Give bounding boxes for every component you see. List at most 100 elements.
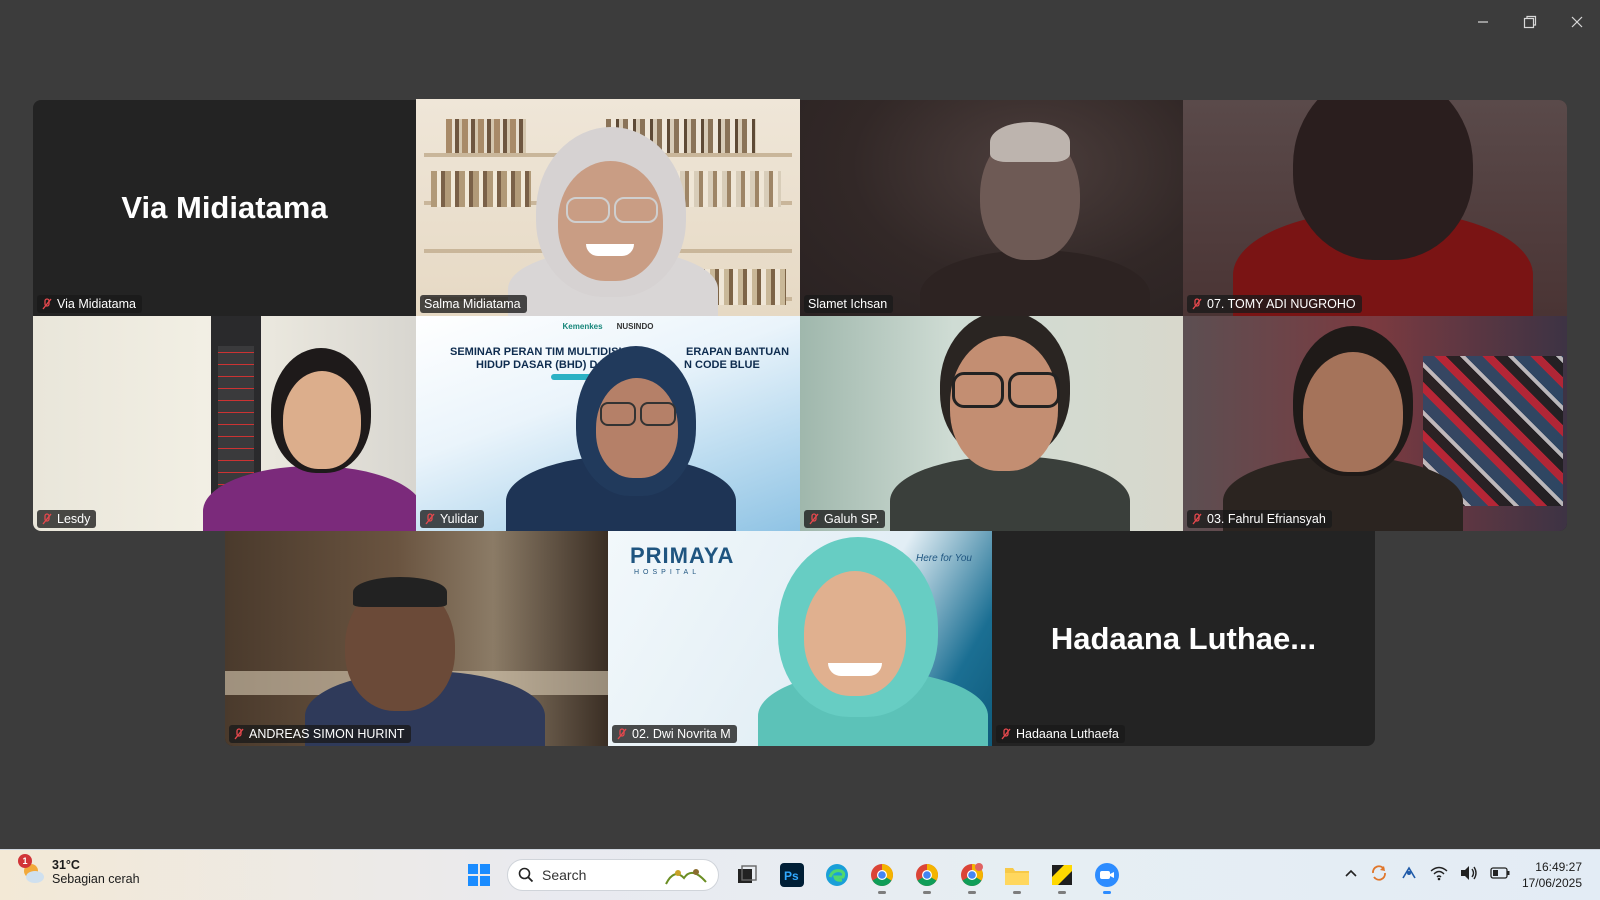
system-clock[interactable]: 16:49:27 17/06/2025 bbox=[1522, 859, 1582, 891]
name-tag: Galuh SP. bbox=[804, 510, 886, 528]
windows-icon bbox=[468, 864, 490, 886]
search-box[interactable]: Search bbox=[507, 859, 719, 891]
location-mic-icon[interactable] bbox=[1400, 864, 1418, 882]
minimize-icon bbox=[1477, 21, 1488, 23]
participant-tile-salma[interactable]: Salma Midiatama bbox=[416, 99, 800, 316]
muted-mic-icon bbox=[41, 513, 53, 525]
close-icon bbox=[1571, 16, 1582, 28]
video-feed bbox=[1183, 100, 1567, 316]
name-tag: Via Midiatama bbox=[37, 295, 142, 313]
muted-mic-icon bbox=[1000, 728, 1012, 740]
name-tag: 03. Fahrul Efriansyah bbox=[1187, 510, 1332, 528]
name-tag: Slamet Ichsan bbox=[804, 295, 894, 313]
minimize-button[interactable] bbox=[1459, 6, 1506, 38]
muted-mic-icon bbox=[1191, 513, 1203, 525]
video-feed: PRIMAYA HOSPITAL Here for You bbox=[608, 531, 992, 746]
logo-kemenkes: Kemenkes bbox=[562, 322, 603, 331]
chrome-icon bbox=[916, 864, 938, 886]
taskbar: 1 31°C Sebagian cerah Search Ps 16:49:27… bbox=[0, 849, 1600, 900]
seminar-headline-1b: ERAPAN BANTUAN bbox=[686, 346, 790, 358]
participant-tile-lesdy[interactable]: Lesdy bbox=[33, 316, 416, 531]
taskview-button[interactable] bbox=[730, 858, 764, 892]
sticky-notes-icon bbox=[1052, 865, 1072, 885]
close-button[interactable] bbox=[1553, 6, 1600, 38]
chrome-app-1[interactable] bbox=[865, 858, 899, 894]
sticky-notes-app[interactable] bbox=[1045, 858, 1079, 894]
name-tag: Yulidar bbox=[420, 510, 485, 528]
sync-icon[interactable] bbox=[1370, 864, 1388, 882]
muted-mic-icon bbox=[233, 728, 245, 740]
primaya-logo-sub: HOSPITAL bbox=[634, 569, 701, 576]
zoom-icon bbox=[1095, 863, 1119, 887]
muted-mic-icon bbox=[41, 298, 53, 310]
window-controls bbox=[1459, 6, 1600, 38]
taskview-icon bbox=[738, 865, 757, 883]
battery-icon[interactable] bbox=[1490, 866, 1510, 880]
name-tag: Hadaana Luthaefa bbox=[996, 725, 1125, 743]
seminar-headline-1: SEMINAR PERAN TIM MULTIDISI bbox=[450, 346, 622, 358]
name-tag: ANDREAS SIMON HURINT bbox=[229, 725, 411, 743]
participant-name: Salma Midiatama bbox=[424, 297, 521, 311]
logo-nusindo: NUSINDO bbox=[616, 322, 654, 331]
system-tray bbox=[1344, 864, 1510, 882]
video-feed bbox=[33, 316, 416, 531]
chrome-icon bbox=[961, 863, 983, 886]
search-icon bbox=[518, 867, 534, 883]
participant-tile-hadaana[interactable]: Hadaana Luthae... Hadaana Luthaefa bbox=[992, 531, 1375, 746]
muted-mic-icon bbox=[424, 513, 436, 525]
participant-name: Slamet Ichsan bbox=[808, 297, 888, 311]
participant-tile-yulidar[interactable]: Kemenkes NUSINDO SEMINAR PERAN TIM MULTI… bbox=[416, 316, 800, 531]
weather-desc: Sebagian cerah bbox=[52, 872, 140, 886]
name-tag: 02. Dwi Novrita M bbox=[612, 725, 737, 743]
participant-name: Lesdy bbox=[57, 512, 91, 526]
seminar-headline-2b: N CODE BLUE bbox=[684, 359, 760, 371]
participant-tile-galuh[interactable]: Galuh SP. bbox=[800, 316, 1183, 531]
wifi-icon[interactable] bbox=[1430, 865, 1448, 881]
muted-mic-icon bbox=[616, 728, 628, 740]
participant-tile-slamet[interactable]: Slamet Ichsan bbox=[800, 100, 1183, 316]
chrome-icon bbox=[871, 864, 893, 886]
participant-name: 02. Dwi Novrita M bbox=[632, 727, 731, 741]
name-tag: 07. TOMY ADI NUGROHO bbox=[1187, 295, 1362, 313]
participant-tile-dwi[interactable]: PRIMAYA HOSPITAL Here for You 02. Dwi No… bbox=[608, 531, 992, 746]
edge-icon bbox=[826, 864, 848, 886]
photoshop-app[interactable]: Ps bbox=[775, 858, 809, 892]
clock-time: 16:49:27 bbox=[1535, 860, 1582, 874]
participant-display-name: Via Midiatama bbox=[121, 190, 328, 225]
participant-name: Via Midiatama bbox=[57, 297, 136, 311]
participant-tile-andreas[interactable]: ANDREAS SIMON HURINT bbox=[225, 531, 608, 746]
weather-temp: 31°C bbox=[52, 858, 80, 872]
folder-icon bbox=[1005, 868, 1029, 885]
restore-button[interactable] bbox=[1506, 6, 1553, 38]
edge-app[interactable] bbox=[820, 858, 854, 892]
running-indicator bbox=[968, 891, 976, 894]
running-indicator bbox=[1058, 891, 1066, 894]
start-button[interactable] bbox=[462, 858, 496, 892]
chrome-app-3[interactable] bbox=[955, 858, 989, 894]
search-placeholder: Search bbox=[542, 867, 587, 883]
svg-text:Ps: Ps bbox=[784, 869, 799, 883]
primaya-logo: PRIMAYA bbox=[630, 543, 735, 568]
participant-tile-fahrul[interactable]: 03. Fahrul Efriansyah bbox=[1183, 316, 1567, 531]
participant-name: Hadaana Luthaefa bbox=[1016, 727, 1119, 741]
video-feed bbox=[225, 531, 608, 746]
running-indicator bbox=[1103, 891, 1111, 894]
weather-widget[interactable]: 1 31°C Sebagian cerah bbox=[18, 854, 140, 886]
chrome-app-2[interactable] bbox=[910, 858, 944, 894]
running-indicator bbox=[878, 891, 886, 894]
volume-icon[interactable] bbox=[1460, 865, 1478, 881]
file-explorer-app[interactable] bbox=[1000, 858, 1034, 894]
clock-date: 17/06/2025 bbox=[1521, 876, 1582, 890]
chevron-up-icon[interactable] bbox=[1344, 866, 1358, 880]
participant-tile-tomy[interactable]: 07. TOMY ADI NUGROHO bbox=[1183, 100, 1567, 316]
tagline-text: Here for You bbox=[916, 553, 972, 564]
participant-name: 07. TOMY ADI NUGROHO bbox=[1207, 297, 1356, 311]
restore-icon bbox=[1523, 15, 1536, 29]
video-feed: Kemenkes NUSINDO SEMINAR PERAN TIM MULTI… bbox=[416, 316, 800, 531]
zoom-app[interactable] bbox=[1090, 858, 1124, 894]
participant-name: Yulidar bbox=[440, 512, 479, 526]
weather-icon: 1 bbox=[18, 854, 44, 884]
participant-tile-via[interactable]: Via Midiatama Via Midiatama bbox=[33, 100, 416, 316]
participant-name: ANDREAS SIMON HURINT bbox=[249, 727, 405, 741]
participant-display-name: Hadaana Luthae... bbox=[1050, 620, 1317, 656]
